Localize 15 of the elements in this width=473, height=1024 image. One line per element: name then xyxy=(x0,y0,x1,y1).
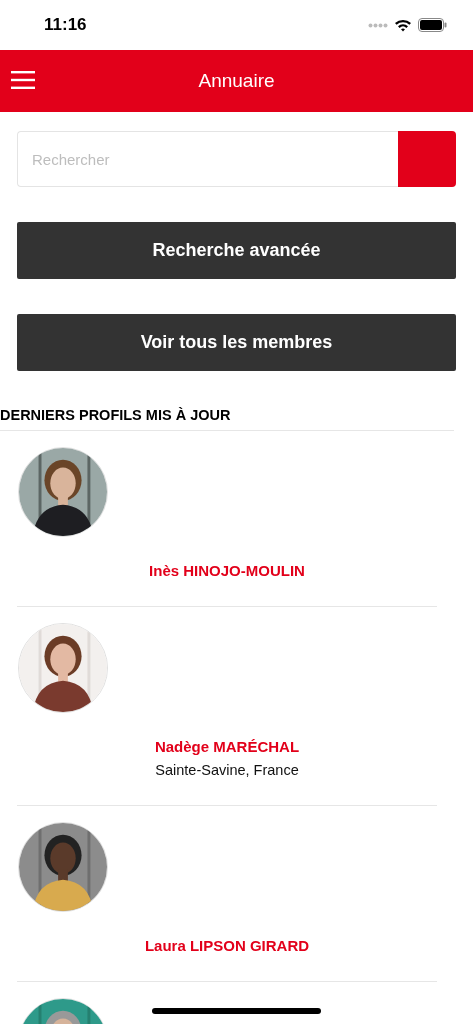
profile-location: Sainte-Savine, France xyxy=(155,761,299,780)
profile-name[interactable]: Inès HINOJO-MOULIN xyxy=(149,561,305,581)
action-button[interactable]: Voir tous les membres xyxy=(17,314,456,371)
action-button[interactable]: Recherche avancée xyxy=(17,222,456,279)
wifi-icon xyxy=(394,18,412,32)
profile-name[interactable]: Laura LIPSON GIRARD xyxy=(144,936,310,956)
menu-button[interactable] xyxy=(11,71,35,89)
header-title: Annuaire xyxy=(198,70,275,92)
signal-icon xyxy=(368,22,388,28)
search-field[interactable]: Rechercher xyxy=(17,131,398,187)
battery-icon xyxy=(418,18,447,32)
menu-icon xyxy=(11,71,35,89)
section-title: DERNIERS PROFILS MIS À JOUR xyxy=(0,407,454,431)
profile-name[interactable]: Nadège MARÉCHAL xyxy=(154,737,300,757)
status-time: 11:16 xyxy=(44,15,87,35)
